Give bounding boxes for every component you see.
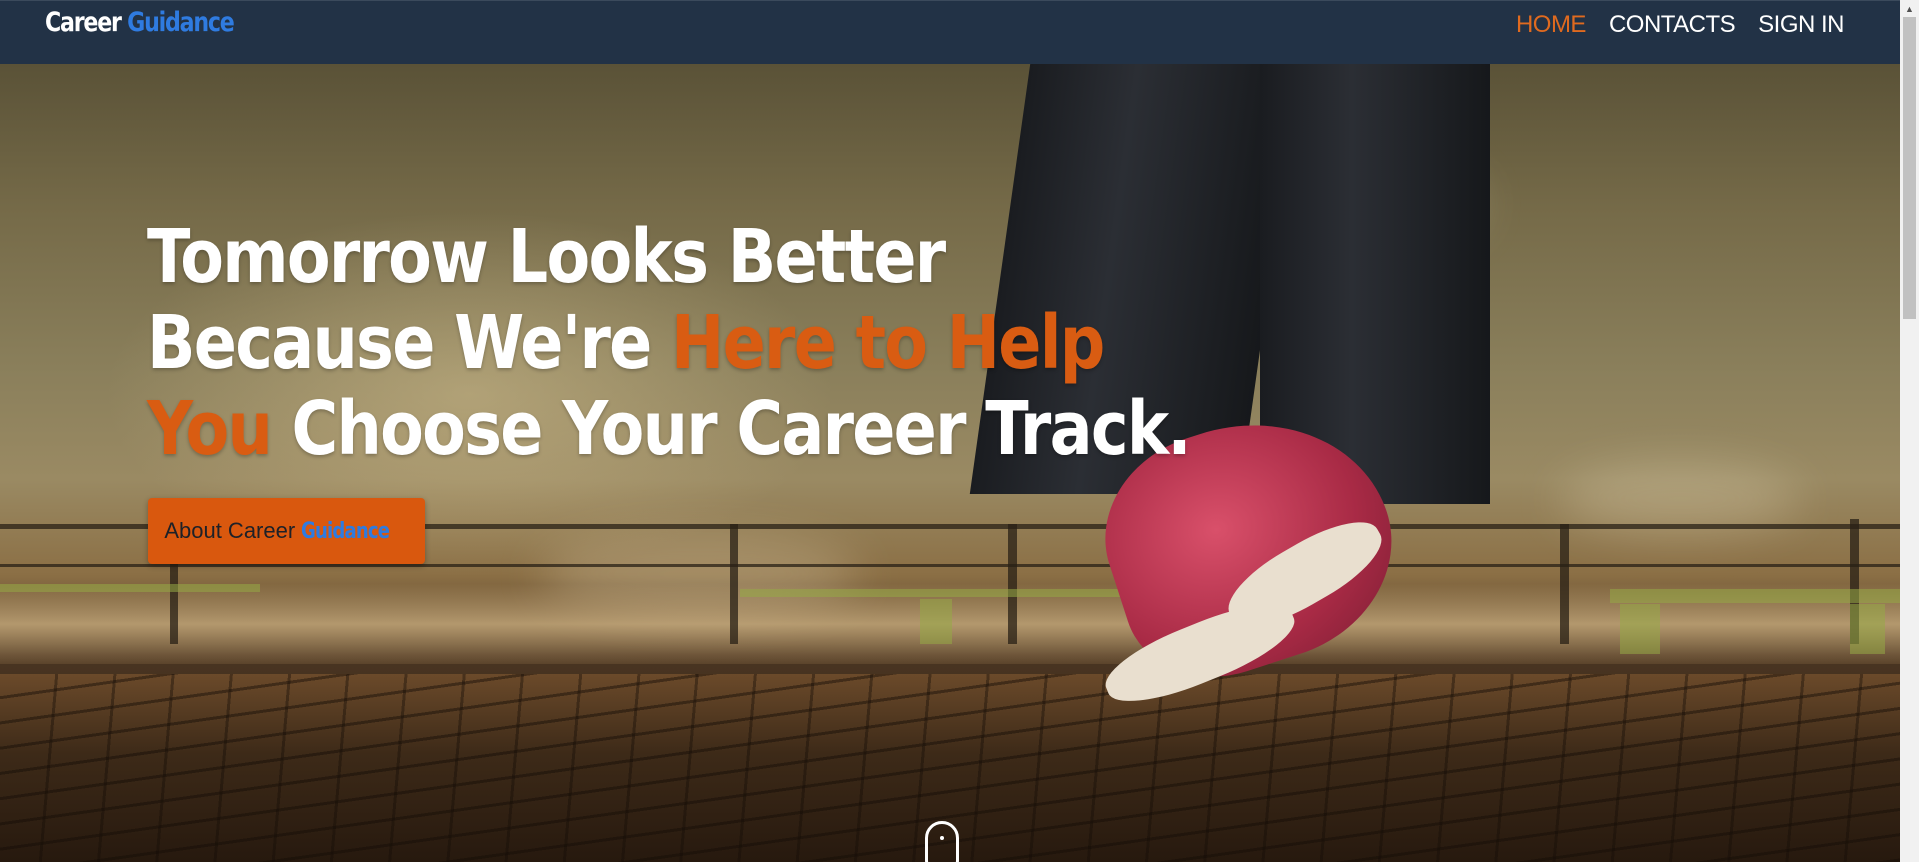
brand-logo-link[interactable]: Career Guidance — [45, 7, 235, 38]
hero-headline-line2-text: Because We're — [147, 300, 672, 386]
hero-headline-line1: Tomorrow Looks Better — [147, 214, 946, 300]
brand-name-part2: Guidance — [127, 7, 235, 38]
about-button-label-accent: Guidance — [301, 518, 390, 544]
hero-headline-line2: Because We're Here to Help — [147, 300, 1105, 386]
hero-headline-line3: You Choose Your Career Track. — [147, 386, 1192, 472]
hero-section: Tomorrow Looks Better Because We're Here… — [0, 64, 1900, 862]
page-scrollbar[interactable]: ▲ — [1900, 0, 1919, 862]
mouse-scroll-icon[interactable] — [925, 821, 959, 862]
hero-headline-highlight: Here to Help — [671, 300, 1105, 386]
page: Career Guidance HOME CONTACTS SIGN IN To… — [0, 0, 1919, 862]
brand-name-part1: Career — [45, 7, 122, 38]
about-button-label: About Career — [164, 518, 296, 543]
scroll-up-icon[interactable]: ▲ — [1900, 0, 1919, 17]
hero-headline: Tomorrow Looks Better Because We're Here… — [147, 214, 1192, 472]
hero-headline-highlight-you: You — [147, 386, 273, 472]
hero-headline-line3-text: Choose Your Career Track. — [271, 386, 1192, 472]
nav-menu: HOME CONTACTS SIGN IN — [1516, 11, 1845, 39]
nav-contacts-link[interactable]: CONTACTS — [1609, 11, 1736, 39]
scrollbar-thumb[interactable] — [1903, 17, 1916, 319]
navbar: Career Guidance HOME CONTACTS SIGN IN — [0, 0, 1900, 64]
scroll-wheel-dot — [940, 836, 944, 840]
about-career-guidance-button[interactable]: About Career Guidance — [148, 498, 425, 564]
nav-home-link[interactable]: HOME — [1516, 11, 1587, 39]
nav-sign-in-link[interactable]: SIGN IN — [1758, 11, 1844, 39]
